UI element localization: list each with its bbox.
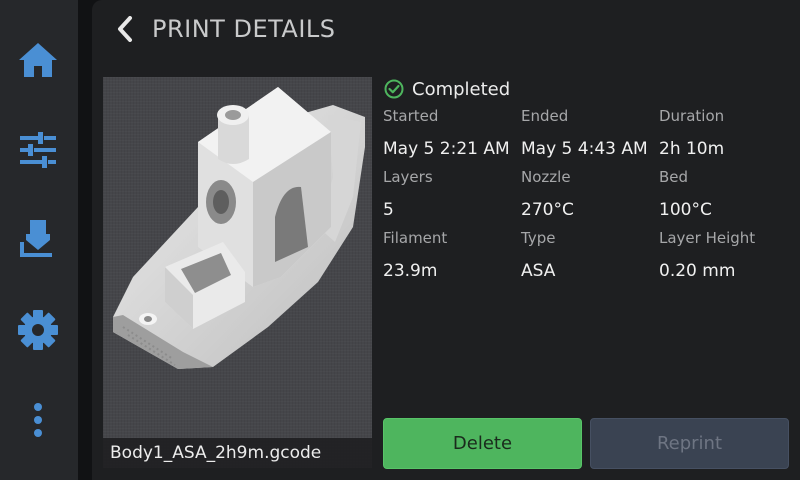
detail-started: Started May 5 2:21 AM <box>383 106 521 160</box>
detail-value: ASA <box>521 261 556 281</box>
check-circle-icon <box>384 79 404 99</box>
extruder-icon <box>20 220 52 257</box>
detail-label: Filament <box>383 229 448 247</box>
detail-label: Nozzle <box>521 168 571 186</box>
detail-value: May 5 4:43 AM <box>521 139 648 159</box>
chevron-left-icon <box>118 16 132 42</box>
sidebar-item-extrude[interactable] <box>9 209 67 267</box>
detail-value: 2h 10m <box>659 139 725 159</box>
delete-button[interactable]: Delete <box>383 418 582 469</box>
detail-value: 0.20 mm <box>659 261 736 281</box>
sidebar-item-settings[interactable] <box>9 301 67 359</box>
sidebar-item-tune[interactable] <box>9 121 67 179</box>
detail-value: 100°C <box>659 200 712 220</box>
detail-label: Started <box>383 107 439 125</box>
header: PRINT DETAILS <box>92 0 800 58</box>
sidebar <box>0 0 78 480</box>
status-text: Completed <box>412 78 511 100</box>
detail-value: May 5 2:21 AM <box>383 139 510 159</box>
detail-label: Bed <box>659 168 689 186</box>
detail-value: 23.9m <box>383 261 438 281</box>
detail-value: 5 <box>383 200 394 220</box>
back-button[interactable] <box>108 12 142 46</box>
gear-icon <box>18 310 58 350</box>
detail-layer-height: Layer Height 0.20 mm <box>659 228 797 282</box>
detail-value: 270°C <box>521 200 574 220</box>
page-title: PRINT DETAILS <box>152 15 336 43</box>
more-vertical-icon <box>34 403 42 437</box>
reprint-button[interactable]: Reprint <box>590 418 789 469</box>
detail-label: Duration <box>659 107 725 125</box>
print-thumbnail: Body1_ASA_2h9m.gcode <box>103 77 372 468</box>
detail-type: Type ASA <box>521 228 659 282</box>
detail-nozzle: Nozzle 270°C <box>521 167 659 221</box>
detail-label: Type <box>521 229 556 247</box>
home-icon <box>19 43 57 77</box>
detail-bed: Bed 100°C <box>659 167 797 221</box>
detail-label: Layer Height <box>659 229 756 247</box>
detail-duration: Duration 2h 10m <box>659 106 797 160</box>
detail-layers: Layers 5 <box>383 167 521 221</box>
print-details-panel: PRINT DETAILS Body1_ASA_2h9m.gcode Compl… <box>92 0 800 480</box>
detail-label: Ended <box>521 107 569 125</box>
detail-filament: Filament 23.9m <box>383 228 521 282</box>
sidebar-item-home[interactable] <box>9 31 67 89</box>
filename-label: Body1_ASA_2h9m.gcode <box>103 438 372 468</box>
status-badge: Completed <box>384 76 510 102</box>
model-preview-image <box>113 87 365 369</box>
detail-ended: Ended May 5 4:43 AM <box>521 106 659 160</box>
sliders-icon <box>20 132 56 168</box>
sidebar-item-more[interactable] <box>9 391 67 449</box>
detail-label: Layers <box>383 168 433 186</box>
